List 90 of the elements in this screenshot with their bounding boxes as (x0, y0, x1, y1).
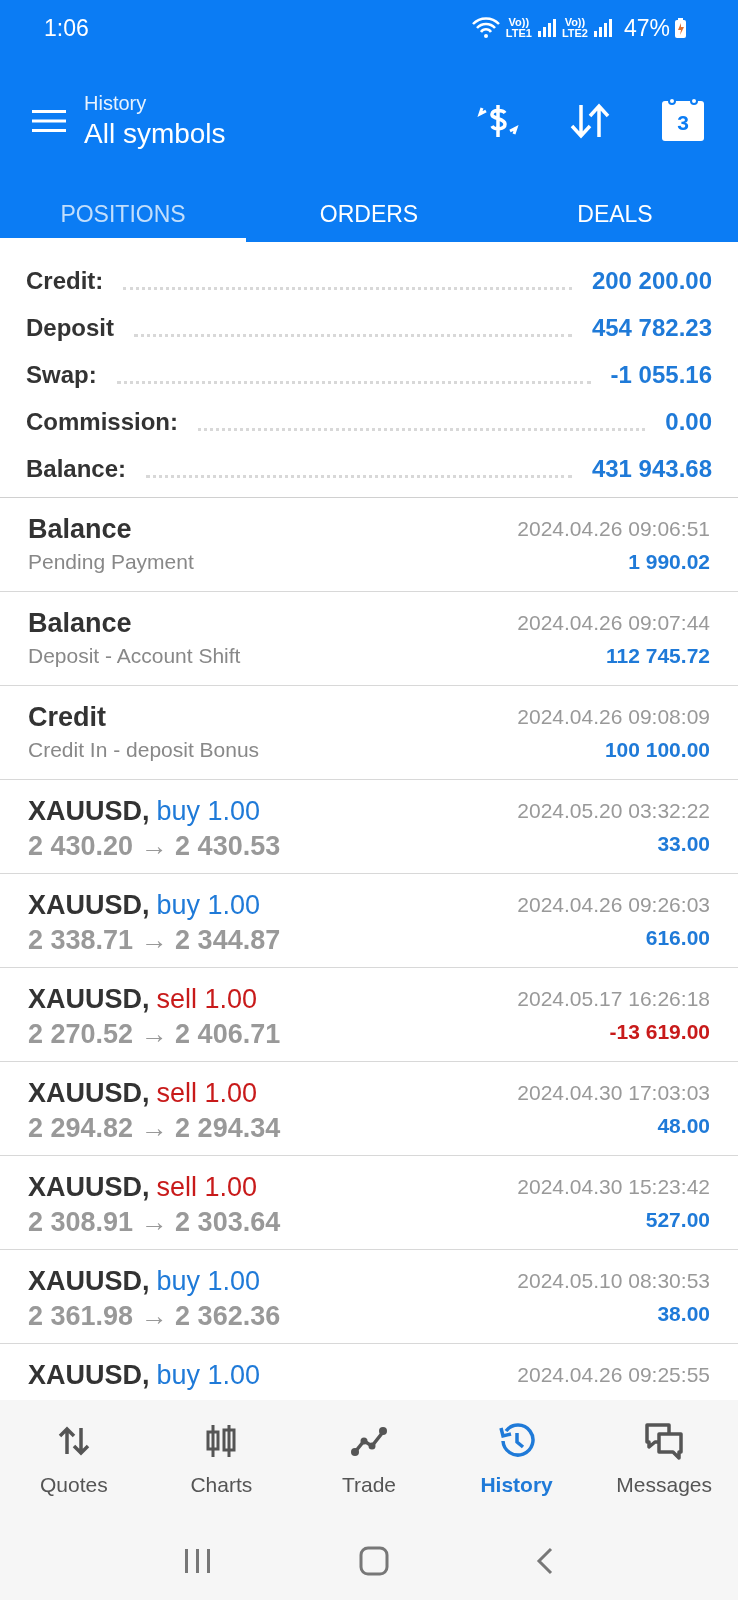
battery-charging-icon (675, 18, 686, 38)
tab[interactable]: DEALS (492, 186, 738, 242)
home-icon[interactable] (359, 1546, 389, 1576)
trade-symbol: XAUUSD, (28, 795, 150, 828)
trade-direction: buy 1.00 (156, 889, 261, 922)
line-chart-icon (350, 1425, 388, 1458)
row-amount: -13 619.00 (609, 1019, 710, 1045)
summary-value: 200 200.00 (591, 266, 712, 296)
row-amount: 1 990.02 (628, 549, 710, 575)
network-label: LTE1 (505, 28, 532, 39)
nav-tab[interactable]: Messages (590, 1421, 738, 1501)
battery-percent: 47% (623, 13, 670, 43)
row-amount: 112 745.72 (606, 643, 710, 669)
trade-direction: buy 1.00 (156, 795, 261, 828)
row-amount: 100 100.00 (604, 737, 710, 763)
network-label: LTE2 (561, 28, 588, 39)
trade-direction: sell 1.00 (156, 983, 258, 1016)
operation-type: Credit (28, 701, 107, 734)
signal-icon (592, 18, 613, 38)
trade-direction: buy 1.00 (156, 1265, 261, 1298)
trade-symbol: XAUUSD, (28, 983, 150, 1016)
summary-value: 0.00 (665, 407, 712, 437)
operation-comment: Credit In - deposit Bonus (28, 737, 261, 763)
trade-symbol: XAUUSD, (28, 1265, 150, 1298)
back-icon[interactable] (535, 1546, 555, 1576)
operation-type: Balance (28, 513, 133, 546)
trade-symbol: XAUUSD, (28, 1171, 150, 1204)
nav-tab[interactable]: Charts (147, 1421, 296, 1501)
tab[interactable]: ORDERS (246, 186, 492, 242)
row-amount: 48.00 (657, 1113, 710, 1139)
signal-icon (536, 18, 557, 38)
summary-label: Balance: (26, 454, 127, 484)
operation-comment: Pending Payment (28, 549, 195, 575)
candlestick-icon (205, 1423, 238, 1460)
trade-direction: sell 1.00 (156, 1171, 258, 1204)
status-time: 1:06 (44, 13, 89, 43)
up-down-arrows-icon (57, 1426, 90, 1457)
nav-tab[interactable]: History (442, 1421, 591, 1501)
trade-prices: 2 270.52 → 2 406.71 (28, 1018, 282, 1051)
row-time: 2024.05.20 03:32:22 (517, 798, 710, 824)
summary-label: Credit: (26, 266, 104, 296)
trade-symbol: XAUUSD, (28, 1359, 150, 1392)
trade-symbol: XAUUSD, (28, 1077, 150, 1110)
row-amount: 616.00 (645, 925, 710, 951)
menu-icon[interactable] (32, 109, 66, 133)
volte-label: Vo)) (508, 17, 530, 28)
header-title: All symbols (84, 117, 226, 151)
summary-label: Deposit (26, 313, 114, 343)
calendar-icon[interactable]: 3 (662, 101, 704, 141)
nav-label: Messages (616, 1472, 713, 1499)
trade-symbol: XAUUSD, (28, 889, 150, 922)
nav-tab[interactable]: Trade (295, 1421, 443, 1501)
trade-prices: 2 308.91 → 2 303.64 (28, 1206, 282, 1239)
volte-label: Vo)) (564, 17, 586, 28)
wifi-icon (470, 16, 501, 40)
header-subtitle: History (84, 91, 148, 116)
row-time: 2024.05.10 08:30:53 (517, 1268, 710, 1294)
trade-prices: 2 294.82 → 2 294.34 (28, 1112, 282, 1145)
summary-label: Swap: (26, 360, 97, 390)
summary-label: Commission: (26, 407, 178, 437)
nav-label: History (480, 1472, 553, 1499)
row-time: 2024.04.30 15:23:42 (517, 1174, 710, 1200)
row-time: 2024.04.26 09:08:09 (517, 704, 710, 730)
nav-tab[interactable]: Quotes (0, 1421, 148, 1501)
row-amount: 33.00 (657, 831, 710, 857)
nav-label: Quotes (39, 1472, 108, 1499)
trade-direction: sell 1.00 (156, 1077, 258, 1110)
trade-direction: buy 1.00 (156, 1359, 261, 1392)
row-time: 2024.04.26 09:06:51 (517, 516, 710, 542)
row-time: 2024.04.26 09:26:03 (517, 892, 710, 918)
row-time: 2024.04.30 17:03:03 (517, 1080, 710, 1106)
summary-value: -1 055.16 (610, 360, 712, 390)
nav-label: Charts (190, 1472, 253, 1499)
nav-label: Trade (341, 1472, 397, 1499)
operation-comment: Deposit - Account Shift (28, 643, 242, 669)
row-time: 2024.04.26 09:25:55 (517, 1362, 710, 1388)
trade-prices: 2 361.98 → 2 362.36 (28, 1300, 282, 1333)
summary-value: 431 943.68 (591, 454, 712, 484)
operation-type: Balance (28, 607, 133, 640)
tab[interactable]: POSITIONS (0, 186, 246, 242)
trade-prices: 2 338.71 → 2 344.87 (28, 924, 282, 957)
trade-prices: 2 430.20 → 2 430.53 (28, 830, 282, 863)
summary-value: 454 782.23 (591, 313, 712, 343)
row-time: 2024.05.17 16:26:18 (517, 986, 710, 1012)
row-amount: 527.00 (645, 1207, 710, 1233)
sort-icon[interactable] (570, 103, 610, 139)
row-time: 2024.04.26 09:07:44 (517, 610, 710, 636)
chat-icon (643, 1421, 686, 1462)
row-amount: 38.00 (657, 1301, 710, 1327)
recent-apps-icon[interactable] (183, 1548, 213, 1574)
